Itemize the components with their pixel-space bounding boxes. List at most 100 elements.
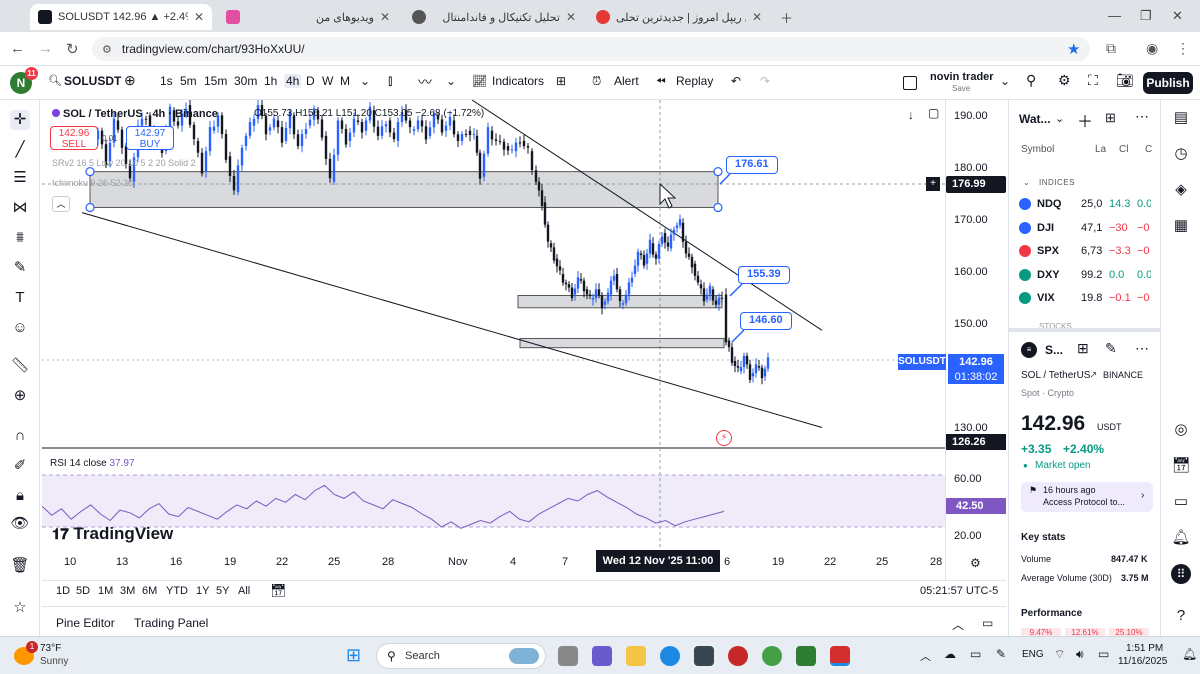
settings-gear-icon[interactable]: ⚙ xyxy=(1058,72,1071,89)
watchlist-row-vix[interactable]: VIX 19.8 −0.1 −0 xyxy=(1019,288,1159,308)
active-red-app-icon[interactable] xyxy=(830,646,850,666)
details-edit-icon[interactable]: ✎ xyxy=(1105,340,1117,357)
price-callout-155[interactable]: 155.39 xyxy=(738,266,790,284)
interval-5m[interactable]: 5m xyxy=(180,74,197,88)
emoji-icon[interactable]: ☺ xyxy=(10,318,30,338)
hide-drawings-eye-icon[interactable]: 👁︎ xyxy=(10,514,30,534)
trendline-icon[interactable]: ╱ xyxy=(10,140,30,160)
calendar-icon[interactable]: 📅︎ xyxy=(1171,456,1191,476)
details-name[interactable]: SOL / TetherUS xyxy=(1021,370,1090,381)
notifications-icon[interactable]: 🔔︎ xyxy=(1182,647,1197,661)
chat-icon[interactable]: ▭ xyxy=(1171,492,1191,512)
prediction-icon[interactable]: ⩩ xyxy=(10,228,30,248)
apps-grid-icon[interactable]: ⠿ xyxy=(1171,564,1191,584)
reload-icon[interactable]: ↻ xyxy=(66,40,79,58)
search-icon[interactable]: 🔍︎ xyxy=(48,74,62,87)
goto-date-calendar-icon[interactable]: 📅︎ xyxy=(270,583,287,599)
add-alert-plus-icon[interactable]: + xyxy=(926,177,940,191)
panel-splitter[interactable] xyxy=(1009,328,1160,332)
volume-icon[interactable]: 🔊︎ xyxy=(1076,647,1084,662)
interval-w[interactable]: W xyxy=(322,74,333,88)
timeframe-1m[interactable]: 1M xyxy=(98,585,113,597)
indicator-srv2-label[interactable]: SRv2 16 5 Low 20 10 5 2 20 Solid 2 xyxy=(52,158,196,168)
close-tab-icon[interactable]: ✕ xyxy=(566,10,576,24)
price-scale[interactable]: 190.00 180.00 170.00 160.00 150.00 130.00 + 1… xyxy=(898,100,1006,580)
layout-name[interactable]: novin trader xyxy=(930,71,994,83)
watchlist-icon[interactable]: ▤ xyxy=(1171,108,1191,128)
buy-button[interactable]: 142.97 BUY xyxy=(126,126,174,150)
column-change[interactable]: Cl xyxy=(1119,144,1128,155)
chrome-icon[interactable] xyxy=(762,646,782,666)
profile-icon[interactable]: ◉ xyxy=(1146,40,1158,57)
help-icon[interactable]: ? xyxy=(1171,606,1191,626)
collapse-legend-icon[interactable]: ︿ xyxy=(52,196,70,212)
user-avatar[interactable]: N 11 xyxy=(10,67,38,94)
minimize-window-icon[interactable]: — xyxy=(1108,8,1121,23)
pattern-icon[interactable]: ⋈ xyxy=(10,198,30,218)
close-tab-icon[interactable]: ✕ xyxy=(752,10,762,24)
candles-chart-type-icon[interactable]: ⫾ xyxy=(388,72,392,89)
price-callout-146[interactable]: 146.60 xyxy=(740,312,792,330)
fib-retracement-icon[interactable]: ☰ xyxy=(10,168,30,188)
timeframe-6m[interactable]: 6M xyxy=(142,585,157,597)
timeframe-all[interactable]: All xyxy=(238,585,250,597)
price-chart-svg[interactable] xyxy=(42,100,946,580)
close-tab-icon[interactable]: ✕ xyxy=(380,10,390,24)
ruler-icon[interactable]: 📏︎ xyxy=(10,356,30,376)
column-change-pct[interactable]: C xyxy=(1145,144,1152,155)
browser-tab-2[interactable]: ویدیوهای من ✕ xyxy=(218,4,398,30)
tab-trading-panel[interactable]: Trading Panel xyxy=(134,616,208,630)
replay-button[interactable]: Replay xyxy=(676,74,713,88)
close-window-icon[interactable]: ✕ xyxy=(1172,8,1183,24)
timeframe-3m[interactable]: 3M xyxy=(120,585,135,597)
snapshot-camera-icon[interactable]: 📷︎ xyxy=(1116,72,1134,89)
pinterest-app-icon[interactable] xyxy=(728,646,748,666)
add-symbol-icon[interactable]: ＋ xyxy=(1077,108,1093,132)
target-icon[interactable]: ◎ xyxy=(1171,420,1191,440)
zoom-in-icon[interactable]: ⊕ xyxy=(10,386,30,406)
watchlist-row-dji[interactable]: DJI 47,1 −30 −0 xyxy=(1019,218,1159,238)
interval-d[interactable]: D xyxy=(306,74,315,88)
bookmark-star-icon[interactable]: ★ xyxy=(1067,40,1080,58)
advanced-view-icon[interactable]: ⊞ xyxy=(1105,110,1116,126)
timeframe-5y[interactable]: 5Y xyxy=(216,585,229,597)
timeframe-5d[interactable]: 5D xyxy=(76,585,90,597)
maximize-pane-icon[interactable]: ▢ xyxy=(928,106,939,120)
tab-pine-editor[interactable]: Pine Editor xyxy=(56,616,115,630)
news-card[interactable]: ⚑ 16 hours ago Access Protocol to... › xyxy=(1021,482,1153,512)
interval-1h[interactable]: 1h xyxy=(264,74,277,88)
scroll-down-arrow-icon[interactable]: ↓ xyxy=(908,108,914,122)
fullscreen-icon[interactable]: ⛶ xyxy=(1088,72,1098,89)
tray-overflow-icon[interactable]: ︿ xyxy=(920,648,931,664)
data-window-icon[interactable]: ▦ xyxy=(1171,216,1191,236)
watchlist-row-ndq[interactable]: NDQ 25,0 14.3 0.0 xyxy=(1019,194,1159,214)
alert-icon[interactable]: ⏰︎ xyxy=(592,74,601,89)
indicator-templates-icon[interactable]: ⊞ xyxy=(556,74,566,88)
indicator-ichimoku-label[interactable]: Ichimoku 9 26 52 26 xyxy=(52,178,133,188)
timeframe-1y[interactable]: 1Y xyxy=(196,585,209,597)
tray-display-icon[interactable]: ▭ xyxy=(970,647,981,661)
watchlist-row-dxy[interactable]: DXY 99.2 0.0 0.0 xyxy=(1019,265,1159,285)
redo-icon[interactable]: ↷ xyxy=(760,74,770,88)
green-app-icon[interactable] xyxy=(796,646,816,666)
collapse-panel-icon[interactable]: ︿ xyxy=(952,616,964,633)
magnet-icon[interactable]: ∩ xyxy=(10,426,30,446)
url-bar[interactable]: ⚙ tradingview.com/chart/93HoXxUU/ xyxy=(92,37,1090,61)
edge-browser-icon[interactable] xyxy=(660,646,680,666)
interval-15m[interactable]: 15m xyxy=(204,74,227,88)
symbol-search-button[interactable]: SOLUSDT xyxy=(64,74,121,88)
crosshair-icon[interactable]: ✛ xyxy=(10,110,30,130)
section-indices[interactable]: INDICES xyxy=(1039,178,1075,187)
task-view-icon[interactable] xyxy=(558,646,578,666)
watchlist-row-spx[interactable]: SPX 6,73 −3.3 −0 xyxy=(1019,241,1159,261)
column-symbol[interactable]: Symbol xyxy=(1021,144,1054,155)
details-layout-icon[interactable]: ⊞ xyxy=(1077,340,1089,357)
input-language[interactable]: ENG xyxy=(1022,649,1044,660)
timeframe-ytd[interactable]: YTD xyxy=(166,585,188,597)
restore-window-icon[interactable]: ❐ xyxy=(1140,8,1152,24)
interval-dropdown-icon[interactable]: ⌄ xyxy=(360,74,370,88)
chart-pane[interactable]: SOL / TetherUS · 4h · Binance O155.73 H1… xyxy=(42,100,1006,580)
browser-menu-icon[interactable]: ⋮ xyxy=(1176,40,1190,57)
sell-button[interactable]: 142.96 SELL xyxy=(50,126,98,150)
trash-icon[interactable]: 🗑︎ xyxy=(10,556,30,576)
